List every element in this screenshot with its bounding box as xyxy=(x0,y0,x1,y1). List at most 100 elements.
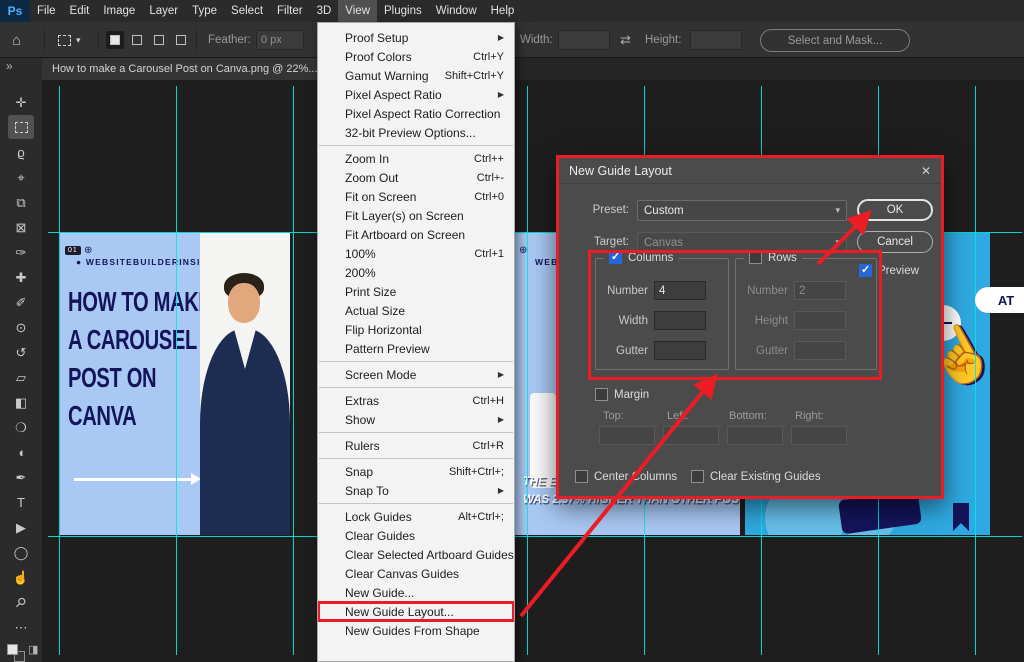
height-input[interactable] xyxy=(690,30,742,50)
clone-stamp-tool[interactable]: ⊙ xyxy=(8,315,34,339)
menubar-item-type[interactable]: Type xyxy=(185,0,224,22)
add-to-selection-icon[interactable] xyxy=(128,31,146,49)
intersect-selection-icon[interactable] xyxy=(172,31,190,49)
type-tool[interactable]: T xyxy=(8,490,34,514)
object-selection-tool[interactable]: ⌖ xyxy=(8,165,34,189)
menu-item-clear-canvas-guides[interactable]: Clear Canvas Guides xyxy=(318,564,514,583)
guide-vertical[interactable] xyxy=(527,86,528,655)
edit-toolbar-button[interactable]: ⋯ xyxy=(8,615,34,639)
collapse-panel-icon[interactable]: » xyxy=(6,59,13,73)
menu-item-100[interactable]: 100%Ctrl+1 xyxy=(318,244,514,263)
menu-item-lock-guides[interactable]: Lock GuidesAlt+Ctrl+; xyxy=(318,507,514,526)
margin-checkbox[interactable] xyxy=(595,388,608,401)
menu-item-pixel-aspect-ratio-correction[interactable]: Pixel Aspect Ratio Correction xyxy=(318,104,514,123)
menu-item-proof-setup[interactable]: Proof Setup▶ xyxy=(318,28,514,47)
subtract-from-selection-icon[interactable] xyxy=(150,31,168,49)
ok-button[interactable]: OK xyxy=(857,199,933,221)
menubar-item-layer[interactable]: Layer xyxy=(142,0,185,22)
menu-item-fit-artboard-on-screen[interactable]: Fit Artboard on Screen xyxy=(318,225,514,244)
menu-item-pixel-aspect-ratio[interactable]: Pixel Aspect Ratio▶ xyxy=(318,85,514,104)
pen-tool[interactable]: ✒ xyxy=(8,465,34,489)
eyedropper-tool[interactable]: ✑ xyxy=(8,240,34,264)
spot-healing-brush-tool[interactable]: ✚ xyxy=(8,265,34,289)
menu-item-snap[interactable]: SnapShift+Ctrl+; xyxy=(318,462,514,481)
rows-checkbox[interactable] xyxy=(749,251,762,264)
columns-number-input[interactable] xyxy=(654,281,706,300)
menu-item-screen-mode[interactable]: Screen Mode▶ xyxy=(318,365,514,384)
rectangular-marquee-tool[interactable] xyxy=(8,115,34,139)
guide-horizontal[interactable] xyxy=(48,536,1022,537)
history-brush-tool[interactable]: ↺ xyxy=(8,340,34,364)
columns-checkbox[interactable] xyxy=(609,251,622,264)
guide-vertical[interactable] xyxy=(975,86,976,655)
cancel-button[interactable]: Cancel xyxy=(857,231,933,253)
rows-legend[interactable]: Rows xyxy=(744,251,802,264)
path-selection-tool[interactable]: ▶ xyxy=(8,515,34,539)
zoom-tool[interactable]: ⚲ xyxy=(8,590,34,614)
center-columns-checkbox[interactable] xyxy=(575,470,588,483)
dodge-tool[interactable]: ◖ xyxy=(8,440,34,464)
columns-gutter-input[interactable] xyxy=(654,341,706,360)
columns-width-input[interactable] xyxy=(654,311,706,330)
columns-legend[interactable]: Columns xyxy=(604,251,678,264)
margin-checkbox-row[interactable]: Margin xyxy=(595,388,649,401)
menu-item-zoom-out[interactable]: Zoom OutCtrl+- xyxy=(318,168,514,187)
guide-vertical[interactable] xyxy=(293,86,294,655)
guide-vertical[interactable] xyxy=(59,86,60,655)
swap-dimensions-icon[interactable]: ⇄ xyxy=(620,22,631,58)
home-icon[interactable]: ⌂ xyxy=(12,22,21,58)
menubar-item-window[interactable]: Window xyxy=(429,0,484,22)
menu-item-new-guide-layout[interactable]: New Guide Layout... xyxy=(318,602,514,621)
menu-item-new-guides-from-shape[interactable]: New Guides From Shape xyxy=(318,621,514,640)
menu-item-pattern-preview[interactable]: Pattern Preview xyxy=(318,339,514,358)
menu-item-extras[interactable]: ExtrasCtrl+H xyxy=(318,391,514,410)
menu-item-200[interactable]: 200% xyxy=(318,263,514,282)
menu-item-clear-guides[interactable]: Clear Guides xyxy=(318,526,514,545)
menubar-item-plugins[interactable]: Plugins xyxy=(377,0,429,22)
menu-item-flip-horizontal[interactable]: Flip Horizontal xyxy=(318,320,514,339)
crop-tool[interactable]: ⧉ xyxy=(8,190,34,214)
hand-tool[interactable]: ☝ xyxy=(8,565,34,589)
menu-item-zoom-in[interactable]: Zoom InCtrl++ xyxy=(318,149,514,168)
document-tab[interactable]: How to make a Carousel Post on Canva.png… xyxy=(42,58,326,80)
menu-item-fit-on-screen[interactable]: Fit on ScreenCtrl+0 xyxy=(318,187,514,206)
foreground-color-swatch[interactable] xyxy=(7,644,18,655)
menubar-item-image[interactable]: Image xyxy=(96,0,142,22)
menu-item-gamut-warning[interactable]: Gamut WarningShift+Ctrl+Y xyxy=(318,66,514,85)
guide-vertical[interactable] xyxy=(176,86,177,655)
blur-tool[interactable]: ❍ xyxy=(8,415,34,439)
width-input[interactable] xyxy=(558,30,610,50)
menu-item-print-size[interactable]: Print Size xyxy=(318,282,514,301)
move-tool[interactable]: ✛ xyxy=(8,90,34,114)
center-columns-checkbox-row[interactable]: Center Columns xyxy=(575,470,677,483)
lasso-tool[interactable]: ϱ xyxy=(8,140,34,164)
menubar-item-select[interactable]: Select xyxy=(224,0,270,22)
new-selection-icon[interactable] xyxy=(106,31,124,49)
menu-item-actual-size[interactable]: Actual Size xyxy=(318,301,514,320)
feather-input[interactable] xyxy=(256,30,304,50)
menubar-item-view[interactable]: View xyxy=(338,0,377,22)
menu-item-32-bit-preview-options[interactable]: 32-bit Preview Options... xyxy=(318,123,514,142)
tool-preset-picker[interactable]: ▾ xyxy=(58,22,81,58)
brush-tool[interactable]: ✐ xyxy=(8,290,34,314)
menubar-item-file[interactable]: File xyxy=(30,0,63,22)
menu-item-snap-to[interactable]: Snap To▶ xyxy=(318,481,514,500)
menu-item-fit-layer-s-on-screen[interactable]: Fit Layer(s) on Screen xyxy=(318,206,514,225)
menubar-item-edit[interactable]: Edit xyxy=(63,0,97,22)
eraser-tool[interactable]: ▱ xyxy=(8,365,34,389)
clear-existing-guides-checkbox[interactable] xyxy=(691,470,704,483)
menu-item-rulers[interactable]: RulersCtrl+R xyxy=(318,436,514,455)
frame-tool[interactable]: ⊠ xyxy=(8,215,34,239)
menu-item-show[interactable]: Show▶ xyxy=(318,410,514,429)
menu-item-proof-colors[interactable]: Proof ColorsCtrl+Y xyxy=(318,47,514,66)
select-and-mask-button[interactable]: Select and Mask... xyxy=(760,29,910,52)
menubar-item-help[interactable]: Help xyxy=(484,0,522,22)
shape-tool[interactable]: ◯ xyxy=(8,540,34,564)
gradient-tool[interactable]: ◧ xyxy=(8,390,34,414)
menubar-item-3d[interactable]: 3D xyxy=(310,0,339,22)
menu-item-new-guide[interactable]: New Guide... xyxy=(318,583,514,602)
quick-mask-icon[interactable]: ◨ xyxy=(28,643,38,656)
menu-item-clear-selected-artboard-guides[interactable]: Clear Selected Artboard Guides xyxy=(318,545,514,564)
menubar-item-filter[interactable]: Filter xyxy=(270,0,310,22)
preset-select[interactable]: Custom ▾ xyxy=(637,200,847,221)
